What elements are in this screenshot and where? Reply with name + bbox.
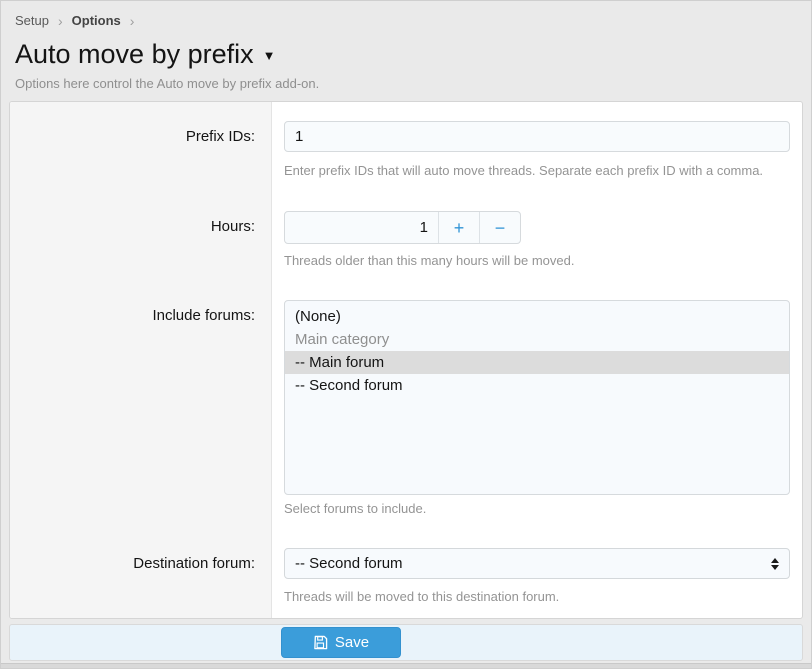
destination-forum-hint: Threads will be moved to this destinatio…: [284, 589, 790, 605]
form-row-destination-forum: Destination forum: -- Second forum Threa…: [10, 529, 802, 618]
destination-forum-select[interactable]: -- Second forum: [284, 548, 790, 579]
form-footer: Save: [9, 624, 803, 661]
page-bottom-edge: [1, 663, 811, 668]
prefix-ids-input[interactable]: [284, 121, 790, 152]
page-title-text: Auto move by prefix: [15, 38, 254, 70]
decrement-button[interactable]: −: [479, 212, 520, 243]
increment-button[interactable]: +: [438, 212, 479, 243]
page-title: Auto move by prefix ▼: [15, 36, 797, 72]
list-item-main-forum[interactable]: -- Main forum: [285, 351, 789, 374]
destination-forum-label: Destination forum:: [10, 529, 272, 618]
updown-arrows-icon: [771, 558, 779, 570]
form-row-include-forums: Include forums: (None) Main category -- …: [10, 281, 802, 529]
options-page: Setup › Options › Auto move by prefix ▼ …: [0, 0, 812, 669]
hours-label: Hours:: [10, 192, 272, 281]
hours-stepper: + −: [284, 211, 521, 244]
dropdown-caret-icon[interactable]: ▼: [263, 36, 276, 72]
include-forums-hint: Select forums to include.: [284, 501, 790, 517]
floppy-disk-icon: [313, 635, 328, 650]
hours-input[interactable]: [285, 212, 438, 243]
options-form: Prefix IDs: Enter prefix IDs that will a…: [9, 101, 803, 619]
form-row-hours: Hours: + − Threads older than this many …: [10, 192, 802, 281]
breadcrumb-setup[interactable]: Setup: [15, 13, 49, 28]
include-forums-listbox[interactable]: (None) Main category -- Main forum -- Se…: [284, 300, 790, 495]
breadcrumb-options[interactable]: Options: [72, 13, 121, 28]
hours-hint: Threads older than this many hours will …: [284, 253, 790, 269]
destination-forum-selected-value: -- Second forum: [295, 555, 403, 572]
list-item-main-category: Main category: [285, 328, 789, 351]
list-item-none[interactable]: (None): [285, 305, 789, 328]
list-item-second-forum[interactable]: -- Second forum: [285, 374, 789, 397]
chevron-right-icon: ›: [130, 14, 135, 28]
page-subtitle: Options here control the Auto move by pr…: [15, 76, 797, 91]
save-button[interactable]: Save: [281, 627, 401, 658]
prefix-ids-hint: Enter prefix IDs that will auto move thr…: [284, 163, 790, 179]
prefix-ids-label: Prefix IDs:: [10, 102, 272, 192]
form-row-prefix-ids: Prefix IDs: Enter prefix IDs that will a…: [10, 102, 802, 192]
breadcrumb: Setup › Options ›: [1, 1, 811, 28]
chevron-right-icon: ›: [58, 14, 63, 28]
include-forums-label: Include forums:: [10, 281, 272, 529]
save-button-label: Save: [335, 634, 369, 651]
